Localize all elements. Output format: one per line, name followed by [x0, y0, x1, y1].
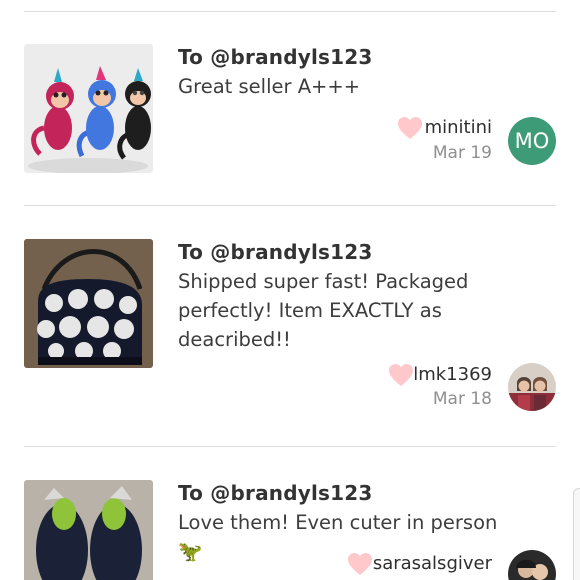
- profile-photo: [508, 363, 556, 411]
- polka-dot-bag-photo: [24, 239, 153, 368]
- username-link[interactable]: sarasalsgiver: [373, 553, 492, 574]
- comments-feed: To @brandyls123 Great seller A+++ miniti…: [0, 0, 580, 580]
- divider: [24, 11, 556, 12]
- username-link[interactable]: minitini: [425, 117, 492, 138]
- avatar[interactable]: MO: [508, 117, 556, 165]
- divider: [24, 205, 556, 206]
- comment-date: Mar 19: [432, 143, 492, 163]
- listing-thumbnail[interactable]: [24, 239, 153, 368]
- scrollbar[interactable]: [573, 488, 580, 580]
- heart-icon[interactable]: [347, 552, 373, 576]
- comment-date: Mar 18: [432, 389, 492, 409]
- username-link[interactable]: lmk1369: [413, 364, 492, 385]
- heart-icon[interactable]: [397, 116, 423, 140]
- slippers-photo: [24, 480, 153, 580]
- recipient-line[interactable]: To @brandyls123: [178, 481, 372, 505]
- profile-photo: [508, 550, 556, 580]
- recipient-line[interactable]: To @brandyls123: [178, 240, 372, 264]
- divider: [24, 446, 556, 447]
- avatar[interactable]: [508, 550, 556, 580]
- avatar[interactable]: [508, 363, 556, 411]
- listing-thumbnail[interactable]: [24, 480, 153, 580]
- heart-icon[interactable]: [388, 363, 414, 387]
- comment-text: Great seller A+++: [178, 75, 361, 98]
- monkey-toys-photo: [24, 44, 153, 173]
- listing-thumbnail[interactable]: [24, 44, 153, 173]
- recipient-line[interactable]: To @brandyls123: [178, 45, 372, 69]
- comment-text: Shipped super fast! Packaged perfectly! …: [178, 270, 469, 351]
